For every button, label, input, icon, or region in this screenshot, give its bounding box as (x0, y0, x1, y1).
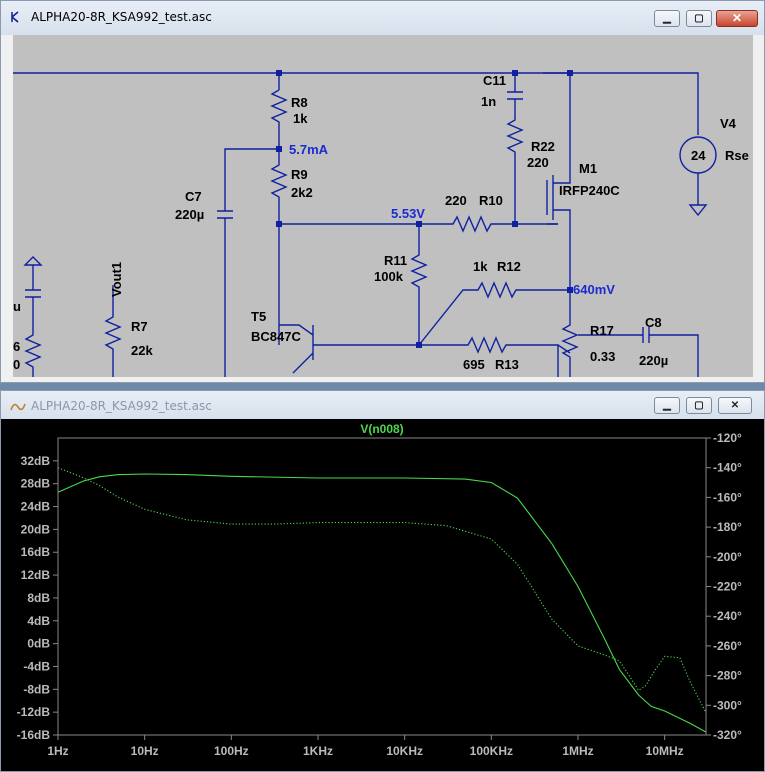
label-t5-value: BC847C (251, 329, 301, 344)
label-c8: C8 (645, 315, 662, 330)
schematic-canvas[interactable]: R8 1k R9 2k2 C7 220µ C11 1n R22 220 M1 I… (13, 35, 753, 377)
x-tick-label: 10KHz (386, 744, 423, 758)
plot-background (1, 419, 764, 771)
label-v4-value: 24 (691, 148, 706, 163)
trace-label[interactable]: V(n008) (360, 422, 403, 436)
schematic-background (13, 35, 753, 377)
minimize-icon: ▁ (663, 400, 671, 411)
plot-close-button[interactable]: ✕ (718, 397, 752, 414)
label-r10: R10 (479, 193, 503, 208)
y-left-tick-label: 16dB (21, 545, 51, 559)
x-tick-label: 10Hz (131, 744, 159, 758)
label-r12: R12 (497, 259, 521, 274)
y-right-tick-label: -140° (713, 461, 742, 475)
schematic-app-icon (11, 11, 19, 23)
label-c7-value: 220µ (175, 207, 204, 222)
label-r7-value: 22k (131, 343, 153, 358)
plot-title: ALPHA20-8R_KSA992_test.asc (31, 399, 212, 413)
label-c11-value: 1n (481, 94, 496, 109)
y-right-tick-label: -120° (713, 431, 742, 445)
measure-voltage-source: 640mV (573, 282, 615, 297)
label-r11: R11 (384, 253, 407, 268)
y-right-tick-label: -160° (713, 490, 742, 504)
minimize-button[interactable]: ▁ (654, 10, 680, 27)
x-tick-label: 10MHz (646, 744, 684, 758)
label-c11: C11 (483, 73, 506, 88)
x-tick-label: 100Hz (214, 744, 249, 758)
label-r9-value: 2k2 (291, 185, 313, 200)
maximize-icon: ▢ (694, 400, 704, 411)
x-tick-label: 100KHz (470, 744, 513, 758)
label-vout: Vout1 (109, 262, 124, 297)
y-left-tick-label: 20dB (21, 522, 51, 536)
label-c7: C7 (185, 189, 202, 204)
label-r11-value: 100k (374, 269, 404, 284)
measure-current: 5.7mA (289, 142, 329, 157)
y-left-tick-label: 4dB (27, 614, 50, 628)
close-icon: ✕ (731, 11, 743, 25)
schematic-titlebar[interactable]: ALPHA20-8R_KSA992_test.asc ▁ ▢ ✕ (1, 1, 764, 35)
y-left-tick-label: -4dB (23, 659, 50, 673)
label-r22: R22 (531, 139, 555, 154)
label-r8: R8 (291, 95, 308, 110)
label-r13: R13 (495, 357, 519, 372)
label-r7: R7 (131, 319, 148, 334)
y-right-tick-label: -280° (713, 669, 742, 683)
label-m1-value: IRFP240C (559, 183, 620, 198)
plot-maximize-button[interactable]: ▢ (686, 397, 712, 414)
y-left-tick-label: -8dB (23, 682, 50, 696)
y-right-tick-label: -320° (713, 728, 742, 742)
label-r10-value: 220 (445, 193, 467, 208)
y-left-tick-label: 0dB (27, 637, 50, 651)
label-c8-value: 220µ (639, 353, 668, 368)
plot-minimize-button[interactable]: ▁ (654, 397, 680, 414)
y-right-tick-label: -200° (713, 550, 742, 564)
y-left-tick-label: 28dB (21, 477, 51, 491)
y-right-tick-label: -260° (713, 639, 742, 653)
x-tick-label: 1MHz (562, 744, 593, 758)
plot-window[interactable]: ALPHA20-8R_KSA992_test.asc ▁ ▢ ✕ 1Hz 10Hz… (0, 390, 765, 772)
label-r9: R9 (291, 167, 308, 182)
y-right-tick-label: -220° (713, 580, 742, 594)
measure-voltage-node: 5.53V (391, 206, 425, 221)
y-right-tick-label: -240° (713, 609, 742, 623)
y-left-tick-label: 12dB (21, 568, 51, 582)
minimize-icon: ▁ (663, 13, 671, 24)
label-r22-value: 220 (527, 155, 549, 170)
label-m1: M1 (579, 161, 597, 176)
label-r8-value: 1k (293, 111, 308, 126)
label-r13-value: 695 (463, 357, 485, 372)
y-right-tick-label: -300° (713, 698, 742, 712)
y-right-tick-label: -180° (713, 520, 742, 534)
close-icon: ✕ (730, 400, 740, 411)
maximize-button[interactable]: ▢ (686, 10, 712, 27)
y-left-tick-label: 8dB (27, 591, 50, 605)
y-left-tick-label: -12dB (17, 705, 51, 719)
label-edge-6: 6 (13, 339, 20, 354)
plot-titlebar[interactable]: ALPHA20-8R_KSA992_test.asc ▁ ▢ ✕ (1, 391, 764, 419)
label-edge-u: u (13, 299, 21, 314)
label-r17-value: 0.33 (590, 349, 615, 364)
label-r12-value: 1k (473, 259, 488, 274)
x-tick-label: 1Hz (47, 744, 68, 758)
label-edge-0: 0 (13, 357, 20, 372)
label-t5: T5 (251, 309, 266, 324)
label-r17: R17 (590, 323, 614, 338)
waveform-app-icon (10, 403, 26, 411)
label-rser: Rse (725, 148, 749, 163)
maximize-icon: ▢ (694, 13, 704, 24)
schematic-window[interactable]: ALPHA20-8R_KSA992_test.asc ▁ ▢ ✕ R8 1k R… (0, 0, 765, 383)
x-tick-label: 1KHz (303, 744, 333, 758)
bode-plot[interactable]: 1Hz 10Hz 100Hz 1KHz 10KHz 100KHz 1MHz 10MHz 32dB… (1, 419, 764, 771)
close-button[interactable]: ✕ (716, 10, 758, 27)
y-left-tick-label: 24dB (21, 500, 51, 514)
y-left-tick-label: 32dB (21, 454, 51, 468)
schematic-title: ALPHA20-8R_KSA992_test.asc (31, 10, 212, 24)
label-v4: V4 (720, 116, 737, 131)
y-left-tick-label: -16dB (17, 728, 51, 742)
